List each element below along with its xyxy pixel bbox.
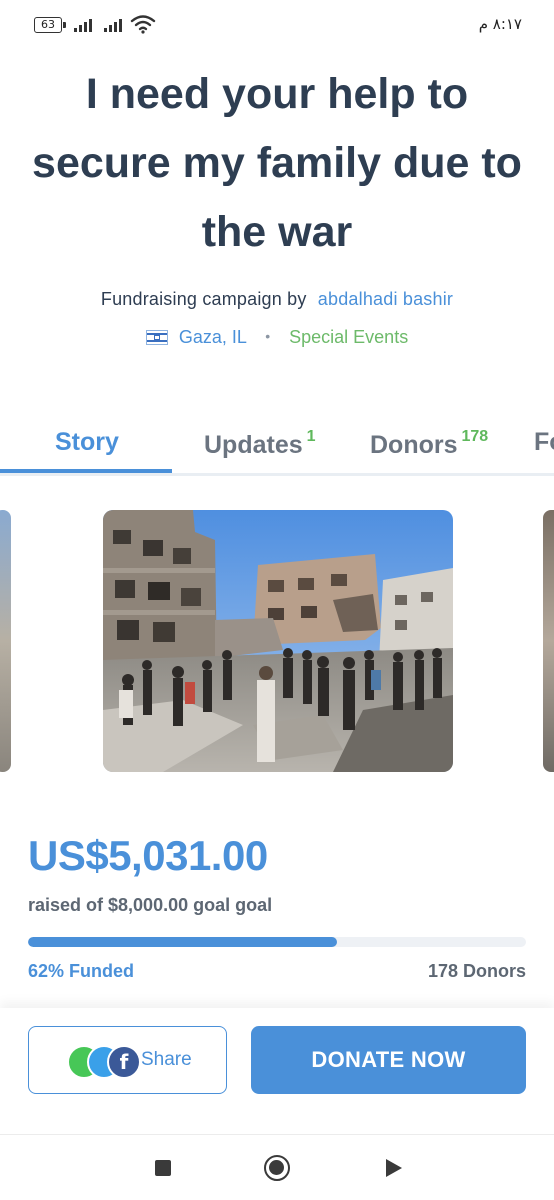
israel-flag-icon bbox=[145, 330, 168, 345]
byline-prefix: Fundraising campaign by bbox=[100, 289, 307, 309]
campaign-meta: Gaza, IL • Special Events bbox=[0, 327, 554, 348]
donors-count[interactable]: 178 Donors bbox=[428, 961, 526, 982]
back-icon[interactable] bbox=[386, 1159, 402, 1177]
carousel-prev-photo[interactable] bbox=[0, 510, 11, 772]
funding-progress-fill bbox=[28, 937, 337, 947]
campaign-tabs: Story Updates1 Donors178 Fo bbox=[0, 420, 554, 476]
share-icons: f bbox=[67, 1045, 141, 1079]
tab-label: Donors bbox=[370, 431, 458, 459]
tab-count-badge: 178 bbox=[461, 428, 489, 445]
campaign-byline: Fundraising campaign by abdalhadi bashir bbox=[0, 289, 554, 310]
goal-text: raised of $8,000.00 goal goal bbox=[28, 895, 273, 915]
tab-more[interactable]: Fo bbox=[534, 428, 554, 457]
tab-label: Story bbox=[55, 428, 119, 456]
donate-now-button[interactable]: DONATE NOW bbox=[251, 1026, 526, 1094]
funded-percentage: 62% Funded bbox=[28, 961, 135, 981]
tab-label: Fo bbox=[534, 428, 554, 456]
category-link[interactable]: Special Events bbox=[289, 327, 408, 347]
campaign-photo[interactable] bbox=[103, 510, 453, 772]
system-nav-bar bbox=[0, 1134, 554, 1200]
facebook-icon: f bbox=[107, 1045, 141, 1079]
recent-apps-icon[interactable] bbox=[155, 1160, 171, 1176]
action-bar: f Share DONATE NOW bbox=[0, 1008, 554, 1134]
author-link[interactable]: abdalhadi bashir bbox=[318, 289, 453, 309]
campaign-title: I need your help to secure my family due… bbox=[32, 70, 522, 256]
battery-level: 63 bbox=[41, 18, 55, 31]
signal-icon bbox=[74, 16, 92, 32]
home-icon[interactable] bbox=[264, 1155, 290, 1181]
raised-amount: US$5,031.00 bbox=[28, 832, 268, 879]
wifi-icon bbox=[130, 15, 156, 34]
tab-donors[interactable]: Donors 178 bbox=[370, 428, 488, 460]
tab-label: Updates bbox=[204, 431, 303, 459]
funding-progress-bar bbox=[28, 937, 526, 947]
signal-icon bbox=[104, 16, 122, 32]
active-tab-indicator bbox=[0, 469, 172, 473]
share-label: Share bbox=[141, 1049, 192, 1070]
status-time: ٨:١٧ م bbox=[478, 15, 522, 33]
tab-count-badge: 1 bbox=[306, 428, 316, 445]
tab-updates[interactable]: Updates 1 bbox=[204, 428, 316, 460]
status-bar: 63 ٨:١٧ م bbox=[0, 0, 554, 48]
share-button[interactable]: f Share bbox=[28, 1026, 227, 1094]
carousel-next-photo[interactable] bbox=[543, 510, 554, 772]
battery-icon: 63 bbox=[34, 17, 66, 33]
meta-separator: • bbox=[265, 328, 271, 344]
destroyed-buildings-photo bbox=[103, 510, 453, 772]
location-link[interactable]: Gaza, IL bbox=[179, 327, 246, 347]
tab-story[interactable]: Story bbox=[55, 428, 119, 457]
